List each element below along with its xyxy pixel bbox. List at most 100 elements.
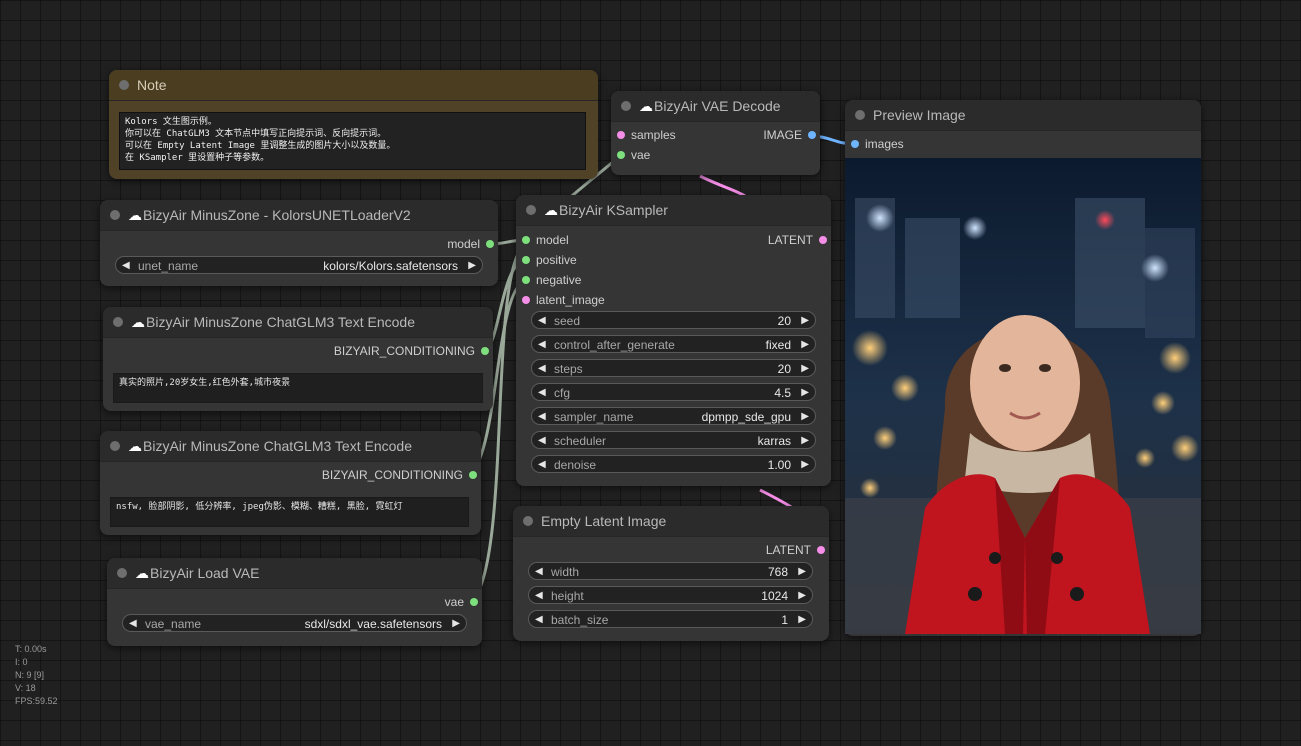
collapse-dot[interactable]: [110, 210, 120, 220]
decrement-arrow-icon[interactable]: ◀: [538, 456, 546, 474]
collapse-dot[interactable]: [117, 568, 127, 578]
widget-denoise[interactable]: ◀ denoise 1.00 ▶: [531, 455, 816, 473]
pin-dot[interactable]: [617, 131, 625, 139]
pin-dot[interactable]: [817, 546, 825, 554]
widget-cfg[interactable]: ◀ cfg 4.5 ▶: [531, 383, 816, 401]
input-model[interactable]: model: [518, 232, 569, 248]
note-node[interactable]: Note Kolors 文生图示例。 你可以在 ChatGLM3 文本节点中填写…: [109, 70, 598, 179]
decrement-arrow-icon[interactable]: ◀: [535, 587, 543, 605]
widget-vae-name[interactable]: ◀ vae_name sdxl/sdxl_vae.safetensors ▶: [122, 614, 467, 632]
pin-dot[interactable]: [522, 296, 530, 304]
increment-arrow-icon[interactable]: ▶: [798, 611, 806, 629]
node-title[interactable]: ☁BizyAir MinusZone ChatGLM3 Text Encode: [103, 307, 493, 338]
node-title[interactable]: Preview Image: [845, 100, 1201, 131]
widget-steps[interactable]: ◀ steps 20 ▶: [531, 359, 816, 377]
output-model[interactable]: model: [447, 236, 496, 252]
input-latent-image[interactable]: latent_image: [518, 292, 605, 308]
vae-decode-node[interactable]: ☁BizyAir VAE Decode samples vae IMAGE: [611, 91, 820, 175]
collapse-dot[interactable]: [855, 110, 865, 120]
decrement-arrow-icon[interactable]: ◀: [535, 563, 543, 581]
increment-arrow-icon[interactable]: ▶: [801, 384, 809, 402]
pin-dot[interactable]: [851, 140, 859, 148]
preview-image-node[interactable]: Preview Image images: [845, 100, 1201, 636]
widget-unet-name[interactable]: ◀ unet_name kolors/Kolors.safetensors ▶: [115, 256, 483, 274]
widget-seed[interactable]: ◀ seed 20 ▶: [531, 311, 816, 329]
increment-arrow-icon[interactable]: ▶: [468, 257, 476, 275]
pin-dot[interactable]: [481, 347, 489, 355]
widget-scheduler[interactable]: ◀ scheduler karras ▶: [531, 431, 816, 449]
node-title[interactable]: ☁BizyAir VAE Decode: [611, 91, 820, 122]
output-image[interactable]: IMAGE: [763, 127, 818, 143]
output-vae[interactable]: vae: [445, 594, 480, 610]
note-text[interactable]: Kolors 文生图示例。 你可以在 ChatGLM3 文本节点中填写正向提示词…: [119, 112, 586, 170]
decrement-arrow-icon[interactable]: ◀: [538, 384, 546, 402]
pin-dot[interactable]: [522, 256, 530, 264]
increment-arrow-icon[interactable]: ▶: [452, 615, 460, 633]
increment-arrow-icon[interactable]: ▶: [801, 336, 809, 354]
input-vae[interactable]: vae: [613, 147, 650, 163]
increment-arrow-icon[interactable]: ▶: [798, 587, 806, 605]
pin-dot[interactable]: [808, 131, 816, 139]
widget-label: scheduler: [554, 434, 607, 448]
empty-latent-title: Empty Latent Image: [541, 513, 667, 529]
prompt-text[interactable]: nsfw, 脸部阴影, 低分辨率, jpeg伪影、模糊、糟糕, 黑脸, 霓虹灯: [110, 497, 469, 527]
widget-control-after-generate[interactable]: ◀ control_after_generate fixed ▶: [531, 335, 816, 353]
decrement-arrow-icon[interactable]: ◀: [122, 257, 130, 275]
widget-width[interactable]: ◀ width 768 ▶: [528, 562, 813, 580]
node-title[interactable]: Empty Latent Image: [513, 506, 829, 537]
widget-sampler-name[interactable]: ◀ sampler_name dpmpp_sde_gpu ▶: [531, 407, 816, 425]
input-images[interactable]: images: [847, 136, 904, 152]
pin-dot[interactable]: [486, 240, 494, 248]
slot-label: vae: [631, 148, 651, 162]
collapse-dot[interactable]: [119, 80, 129, 90]
pin-dot[interactable]: [617, 151, 625, 159]
widget-batch-size[interactable]: ◀ batch_size 1 ▶: [528, 610, 813, 628]
text-encode-negative-node[interactable]: ☁BizyAir MinusZone ChatGLM3 Text Encode …: [100, 431, 481, 535]
pin-dot[interactable]: [469, 471, 477, 479]
node-title[interactable]: ☁BizyAir MinusZone - KolorsUNETLoaderV2: [100, 200, 498, 231]
pin-dot[interactable]: [819, 236, 827, 244]
node-title[interactable]: ☁BizyAir MinusZone ChatGLM3 Text Encode: [100, 431, 481, 462]
decrement-arrow-icon[interactable]: ◀: [538, 408, 546, 426]
decrement-arrow-icon[interactable]: ◀: [129, 615, 137, 633]
increment-arrow-icon[interactable]: ▶: [801, 312, 809, 330]
node-title[interactable]: ☁BizyAir KSampler: [516, 195, 831, 226]
load-vae-node[interactable]: ☁BizyAir Load VAE vae ◀ vae_name sdxl/sd…: [107, 558, 482, 646]
increment-arrow-icon[interactable]: ▶: [801, 360, 809, 378]
decrement-arrow-icon[interactable]: ◀: [538, 432, 546, 450]
decrement-arrow-icon[interactable]: ◀: [538, 312, 546, 330]
collapse-dot[interactable]: [110, 441, 120, 451]
output-conditioning[interactable]: BIZYAIR_CONDITIONING: [322, 467, 479, 483]
increment-arrow-icon[interactable]: ▶: [801, 408, 809, 426]
output-latent[interactable]: LATENT: [766, 542, 827, 558]
input-samples[interactable]: samples: [613, 127, 676, 143]
pin-dot[interactable]: [522, 236, 530, 244]
output-latent[interactable]: LATENT: [768, 232, 829, 248]
decrement-arrow-icon[interactable]: ◀: [538, 336, 546, 354]
widget-height[interactable]: ◀ height 1024 ▶: [528, 586, 813, 604]
collapse-dot[interactable]: [526, 205, 536, 215]
pin-dot[interactable]: [522, 276, 530, 284]
collapse-dot[interactable]: [621, 101, 631, 111]
text-encode-title: BizyAir MinusZone ChatGLM3 Text Encode: [143, 438, 412, 454]
pin-dot[interactable]: [470, 598, 478, 606]
node-title[interactable]: Note: [109, 70, 598, 101]
ksampler-node[interactable]: ☁BizyAir KSampler model positive negativ…: [516, 195, 831, 486]
unet-loader-node[interactable]: ☁BizyAir MinusZone - KolorsUNETLoaderV2 …: [100, 200, 498, 286]
empty-latent-node[interactable]: Empty Latent Image LATENT ◀ width 768 ▶ …: [513, 506, 829, 641]
preview-title: Preview Image: [873, 107, 966, 123]
decrement-arrow-icon[interactable]: ◀: [538, 360, 546, 378]
decrement-arrow-icon[interactable]: ◀: [535, 611, 543, 629]
text-encode-positive-node[interactable]: ☁BizyAir MinusZone ChatGLM3 Text Encode …: [103, 307, 493, 411]
increment-arrow-icon[interactable]: ▶: [801, 432, 809, 450]
collapse-dot[interactable]: [113, 317, 123, 327]
increment-arrow-icon[interactable]: ▶: [798, 563, 806, 581]
output-conditioning[interactable]: BIZYAIR_CONDITIONING: [334, 343, 491, 359]
slot-label: model: [447, 237, 480, 251]
increment-arrow-icon[interactable]: ▶: [801, 456, 809, 474]
collapse-dot[interactable]: [523, 516, 533, 526]
input-negative[interactable]: negative: [518, 272, 581, 288]
prompt-text[interactable]: 真实的照片,20岁女生,红色外套,城市夜景: [113, 373, 483, 403]
node-title[interactable]: ☁BizyAir Load VAE: [107, 558, 482, 589]
input-positive[interactable]: positive: [518, 252, 577, 268]
